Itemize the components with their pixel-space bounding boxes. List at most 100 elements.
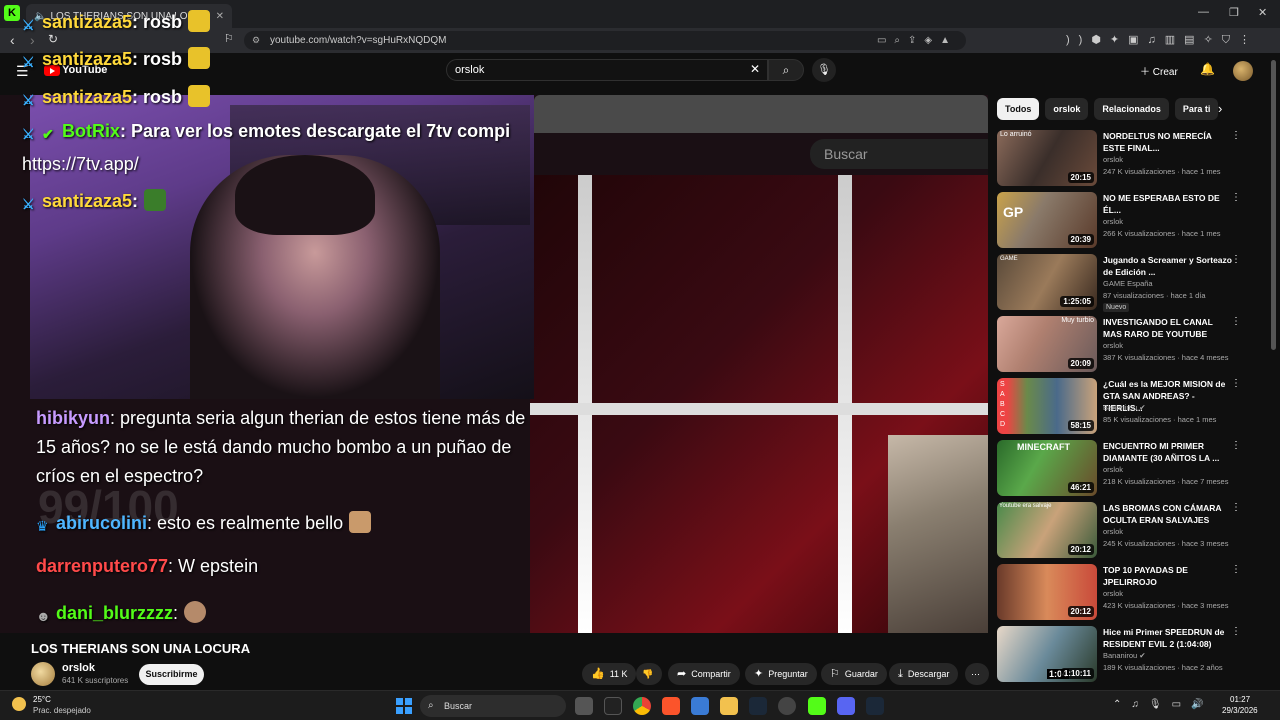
- more-options-icon[interactable]: ⋮: [1231, 192, 1241, 203]
- weather-temperature[interactable]: 25°C: [33, 695, 51, 704]
- recommendation-title[interactable]: Hice mi Primer SPEEDRUN de RESIDENT EVIL…: [1103, 626, 1233, 650]
- more-options-icon[interactable]: ⋮: [1231, 130, 1241, 141]
- video-thumbnail[interactable]: Muy turbio 20:09: [997, 316, 1097, 372]
- video-thumbnail[interactable]: GP 20:39: [997, 192, 1097, 248]
- address-bar-actions[interactable]: ▭⌕⇪◈▲: [877, 31, 958, 50]
- recommendation-title[interactable]: LAS BROMAS CON CÁMARA OCULTA ERAN SALVAJ…: [1103, 502, 1233, 526]
- recommendation-item[interactable]: 20:12 TOP 10 PAYADAS DE JPELIRROJO orslo…: [997, 564, 1247, 622]
- page-scrollbar[interactable]: [1271, 60, 1276, 350]
- more-options-icon[interactable]: ⋮: [1231, 502, 1241, 513]
- close-window-icon[interactable]: ✕: [1258, 6, 1267, 19]
- video-thumbnail[interactable]: MINECRAFT 46:21: [997, 440, 1097, 496]
- kick-icon[interactable]: K: [4, 5, 20, 21]
- more-options-icon[interactable]: ⋮: [1231, 564, 1241, 575]
- epic-games-icon[interactable]: [604, 697, 622, 715]
- channel-name[interactable]: orslok: [62, 662, 95, 674]
- extension-icons[interactable]: ))⬢✦▣♫▥▤✧⛉⋮: [1066, 33, 1259, 47]
- clear-search-icon[interactable]: ✕: [750, 62, 760, 76]
- recommendation-item[interactable]: GAME 1:25:05 Jugando a Screamer y Sorteaz…: [997, 254, 1247, 312]
- user-avatar[interactable]: [1233, 61, 1253, 81]
- steam-icon[interactable]: [749, 697, 767, 715]
- recommendation-channel[interactable]: orslok: [1103, 589, 1123, 598]
- forward-icon[interactable]: ›: [30, 32, 35, 48]
- notifications-icon[interactable]: 🔔: [1200, 62, 1215, 76]
- kick-app-icon[interactable]: [808, 697, 826, 715]
- more-options-icon[interactable]: ⋮: [1231, 440, 1241, 451]
- more-options-icon[interactable]: ⋮: [1231, 626, 1241, 637]
- video-player[interactable]: Buscar 99/100: [0, 95, 988, 633]
- recommendation-item[interactable]: GP 20:39 NO ME ESPERABA ESTO DE ÉL... ors…: [997, 192, 1247, 250]
- task-view-icon[interactable]: [575, 697, 593, 715]
- recommendation-channel[interactable]: Bananirou ✔: [1103, 403, 1146, 412]
- video-thumbnail[interactable]: Youtube era salvaje 20:12: [997, 502, 1097, 558]
- weather-icon[interactable]: [12, 697, 26, 711]
- more-options-icon[interactable]: ⋮: [1231, 316, 1241, 327]
- ask-button[interactable]: ✦ Preguntar: [745, 663, 817, 685]
- recommendation-item[interactable]: Muy turbio 20:09 INVESTIGANDO EL CANAL MA…: [997, 316, 1247, 374]
- recommendation-item[interactable]: S A B C D 58:15 ¿Cuál es la MEJOR MISION …: [997, 378, 1247, 436]
- windows-start-icon[interactable]: [396, 698, 412, 714]
- maximize-icon[interactable]: ❐: [1229, 6, 1239, 19]
- chip-para-ti[interactable]: Para ti: [1174, 98, 1219, 120]
- recommendation-title[interactable]: INVESTIGANDO EL CANAL MAS RARO DE YOUTUB…: [1103, 316, 1233, 340]
- more-options-icon[interactable]: ⋮: [1231, 254, 1241, 265]
- brave-icon[interactable]: [662, 697, 680, 715]
- recommendation-title[interactable]: TOP 10 PAYADAS DE JPELIRROJO: [1103, 564, 1233, 588]
- recommendation-channel[interactable]: orslok: [1103, 155, 1123, 164]
- chip-orslok[interactable]: orslok: [1045, 98, 1089, 120]
- search-button[interactable]: ⌕: [768, 59, 804, 81]
- like-button[interactable]: 👍 11 K: [582, 663, 636, 685]
- chrome-icon[interactable]: [633, 697, 651, 715]
- github-icon[interactable]: [778, 697, 796, 715]
- discord-icon[interactable]: [837, 697, 855, 715]
- recommendation-title[interactable]: Jugando a Screamer y Sorteazo de Edición…: [1103, 254, 1233, 278]
- recommendation-title[interactable]: NO ME ESPERABA ESTO DE ÉL...: [1103, 192, 1233, 216]
- close-tab-icon[interactable]: ✕: [216, 11, 224, 22]
- share-button[interactable]: ➦ Compartir: [668, 663, 740, 685]
- save-button[interactable]: ⚐ Guardar: [821, 663, 887, 685]
- system-tray-icons[interactable]: ⌃♫🎙▭🔊: [1113, 699, 1213, 710]
- video-thumbnail[interactable]: Lo arruinó 20:15: [997, 130, 1097, 186]
- minimize-icon[interactable]: —: [1198, 6, 1209, 18]
- recommendation-item[interactable]: Lo arruinó 20:15 NORDELTUS NO MERECÍA EST…: [997, 130, 1247, 188]
- store-icon[interactable]: [691, 697, 709, 715]
- clock-time[interactable]: 01:27: [1230, 695, 1250, 704]
- recommendation-channel[interactable]: orslok: [1103, 341, 1123, 350]
- recommendation-item[interactable]: MINECRAFT 46:21 ENCUENTRO MI PRIMER DIAMA…: [997, 440, 1247, 498]
- channel-avatar[interactable]: [31, 662, 55, 686]
- recommendation-channel[interactable]: orslok: [1103, 527, 1123, 536]
- recommendation-item[interactable]: Youtube era salvaje 20:12 LAS BROMAS CON …: [997, 502, 1247, 560]
- recommendation-title[interactable]: ENCUENTRO MI PRIMER DIAMANTE (30 AÑITOS …: [1103, 440, 1233, 464]
- clock-date[interactable]: 29/3/2026: [1222, 706, 1258, 715]
- site-info-icon[interactable]: ⚙: [252, 31, 260, 50]
- create-button[interactable]: ＋ Crear: [1140, 63, 1178, 78]
- chip-relacionados[interactable]: Relacionados: [1094, 98, 1169, 120]
- dislike-button[interactable]: 👎: [636, 663, 662, 685]
- recommendation-channel[interactable]: orslok: [1103, 217, 1123, 226]
- search-input[interactable]: orslok: [446, 59, 768, 81]
- more-options-icon[interactable]: ⋮: [1231, 378, 1241, 389]
- recommendation-item[interactable]: 1:04 1:10:11 Hice mi Primer SPEEDRUN de R…: [997, 626, 1247, 684]
- recommendation-channel[interactable]: orslok: [1103, 465, 1123, 474]
- video-thumbnail[interactable]: 1:04 1:10:11: [997, 626, 1097, 682]
- address-bar[interactable]: ⚙ youtube.com/watch?v=sgHuRxNQDQM ▭⌕⇪◈▲: [244, 31, 966, 50]
- file-explorer-icon[interactable]: [720, 697, 738, 715]
- more-actions-button[interactable]: ⋯: [965, 663, 989, 685]
- recommendation-channel[interactable]: GAME España: [1103, 279, 1153, 288]
- voice-search-button[interactable]: 🎙: [812, 58, 836, 82]
- chevron-right-icon[interactable]: ›: [1218, 101, 1222, 116]
- subscribe-button[interactable]: Suscribirme: [139, 664, 204, 685]
- recommendation-title[interactable]: NORDELTUS NO MERECÍA ESTE FINAL...: [1103, 130, 1233, 154]
- weather-description[interactable]: Prac. despejado: [33, 706, 91, 715]
- video-thumbnail[interactable]: 20:12: [997, 564, 1097, 620]
- download-button[interactable]: ⤓ Descargar: [889, 663, 959, 685]
- video-thumbnail[interactable]: GAME 1:25:05: [997, 254, 1097, 310]
- steam-app-icon[interactable]: [866, 697, 884, 715]
- back-icon[interactable]: ‹: [10, 32, 15, 48]
- reload-icon[interactable]: ↻: [48, 32, 58, 46]
- video-thumbnail[interactable]: S A B C D 58:15: [997, 378, 1097, 434]
- chip-todos[interactable]: Todos: [997, 98, 1040, 120]
- bookmark-icon[interactable]: ⚐: [224, 32, 234, 45]
- taskbar-search[interactable]: ⌕ Buscar: [420, 695, 566, 717]
- recommendation-channel[interactable]: Bananirou ✔: [1103, 651, 1146, 660]
